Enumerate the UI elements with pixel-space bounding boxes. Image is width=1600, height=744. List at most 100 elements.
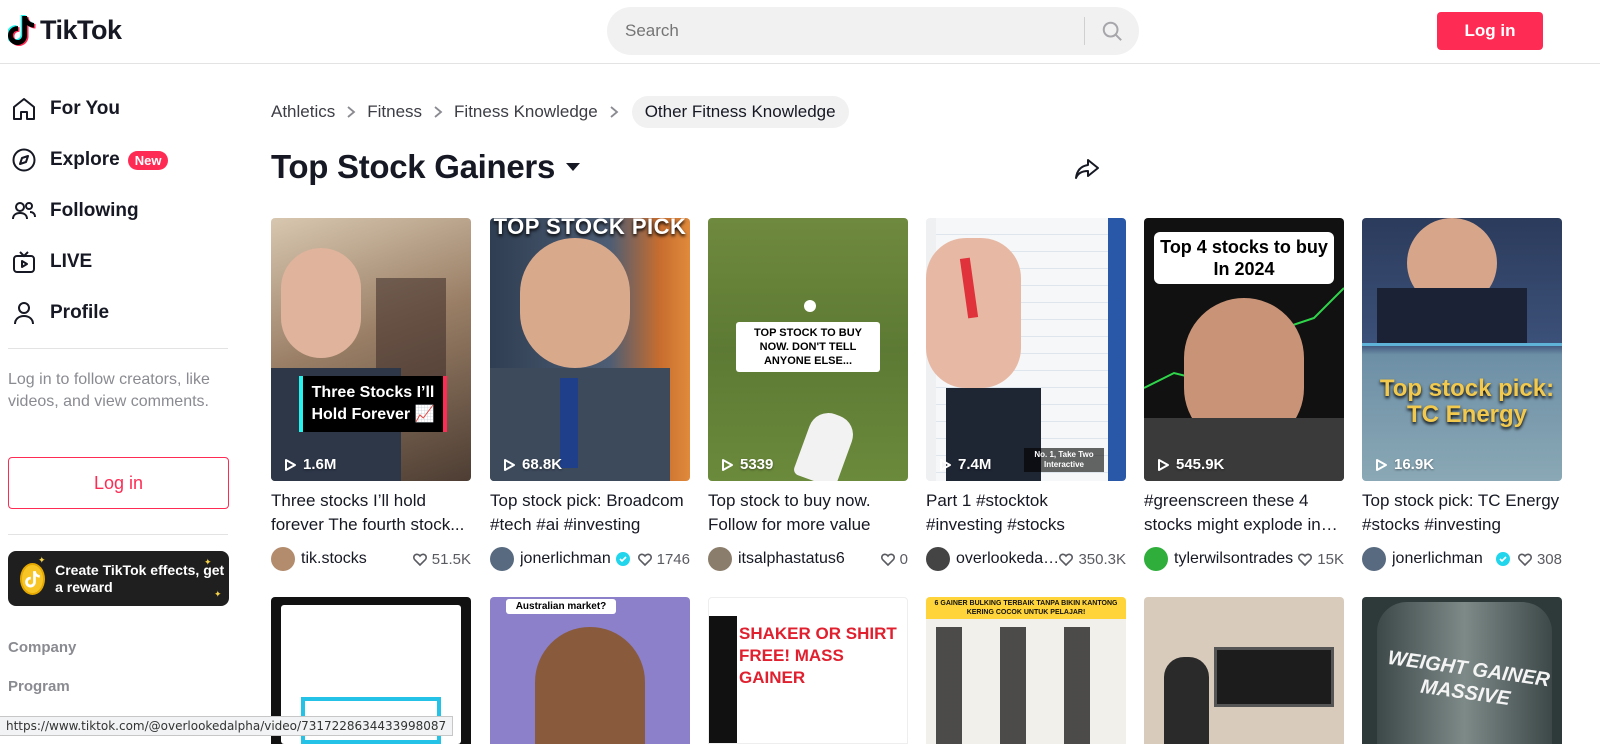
video-thumbnail[interactable] [1144, 597, 1344, 744]
search-button[interactable] [1085, 7, 1139, 55]
view-count-value: 16.9K [1394, 456, 1435, 473]
author-name[interactable]: tik.stocks [301, 550, 413, 568]
play-icon [1158, 458, 1169, 471]
avatar[interactable] [1362, 547, 1386, 571]
like-count-value: 51.5K [431, 550, 471, 568]
author-name[interactable]: overlookedalpha [956, 550, 1059, 568]
video-thumbnail[interactable]: WEIGHT GAINER MASSIVE [1362, 597, 1562, 744]
sidebar-item-label: Explore [50, 149, 120, 170]
avatar[interactable] [1144, 547, 1168, 571]
video-overlay-text: Top stock pick: TC Energy [1379, 375, 1555, 428]
author-name[interactable]: itsalphastatus6 [738, 550, 881, 568]
video-card[interactable]: Top 4 stocks to buy In 2024 545.9K #gree… [1144, 218, 1344, 572]
verified-badge-icon [615, 552, 630, 566]
video-card[interactable]: Top stock pick: TC Energy 16.9K Top stoc… [1362, 218, 1562, 572]
heart-icon [637, 553, 652, 566]
header-login-button[interactable]: Log in [1437, 12, 1543, 50]
like-count-value: 1746 [656, 550, 690, 568]
like-count: 1746 [637, 550, 690, 568]
video-thumbnail[interactable]: 6 GAINER BULKING TERBAIK TANPA BIKIN KAN… [926, 597, 1126, 744]
video-overlay-text: No. 1, Take Two Interactive [1024, 448, 1104, 472]
video-overlay-text: 6 GAINER BULKING TERBAIK TANPA BIKIN KAN… [926, 597, 1126, 619]
avatar[interactable] [271, 547, 295, 571]
status-url: https://www.tiktok.com/@overlookedalpha/… [0, 716, 454, 736]
like-count-value: 15K [1317, 550, 1344, 568]
author-name[interactable]: jonerlichman [520, 550, 612, 568]
footer-link-company[interactable]: Company [8, 639, 76, 656]
author-name[interactable]: jonerlichman [1392, 550, 1492, 568]
video-thumbnail[interactable]: Top stock pick: TC Energy 16.9K [1362, 218, 1562, 481]
video-overlay-text: Top 4 stocks to buy In 2024 [1154, 232, 1334, 284]
video-overlay-text: Three Stocks I’ll Hold Forever 📈 [299, 376, 447, 432]
video-caption[interactable]: Top stock to buy now. Follow for more va… [708, 489, 908, 537]
video-meta: overlookedalpha 350.3K [926, 546, 1126, 572]
video-thumbnail[interactable]: TOP STOCK TO BUY NOW. DON'T TELL ANYONE … [708, 218, 908, 481]
person-face-shape [520, 238, 630, 368]
video-thumbnail[interactable]: No. 1, Take Two Interactive 7.4M [926, 218, 1126, 481]
video-thumbnail[interactable]: SHAKER OR SHIRT FREE! MASS GAINER [708, 597, 908, 744]
divider-shape [1362, 343, 1562, 346]
create-effects-banner[interactable]: Create TikTok effects, get a reward ✦ ✦ … [8, 551, 229, 606]
effects-banner-text: Create TikTok effects, get a reward [55, 561, 225, 595]
author-name[interactable]: tylerwilsontrades [1174, 550, 1298, 568]
sidebar-divider [8, 348, 228, 349]
like-count-value: 0 [899, 550, 908, 568]
view-count-value: 7.4M [958, 456, 992, 473]
search-input[interactable] [607, 7, 1084, 55]
caret-down-icon[interactable] [565, 161, 581, 173]
video-card[interactable]: TOP STOCK PICK 68.8K Top stock pick: Bro… [490, 218, 690, 572]
sidebar-login-button[interactable]: Log in [8, 457, 229, 509]
sidebar-item-for-you[interactable]: For You [10, 89, 120, 129]
page-title: Top Stock Gainers [271, 148, 556, 185]
video-caption[interactable]: Top stock pick: TC Energy #stocks #inves… [1362, 489, 1562, 537]
tiktok-logo[interactable]: TikTok [8, 14, 122, 46]
video-card[interactable]: Three Stocks I’ll Hold Forever 📈 1.6M Th… [271, 218, 471, 572]
video-thumbnail[interactable]: Three Stocks I’ll Hold Forever 📈 1.6M [271, 218, 471, 481]
avatar[interactable] [708, 547, 732, 571]
view-count: 5339 [720, 456, 773, 473]
view-count: 68.8K [502, 456, 562, 473]
video-caption[interactable]: Three stocks I’ll hold forever The fourt… [271, 489, 471, 537]
monitor-shape [1214, 647, 1334, 707]
chevron-right-icon [335, 105, 367, 119]
video-thumbnail[interactable]: Top 4 stocks to buy In 2024 545.9K [1144, 218, 1344, 481]
video-card[interactable]: No. 1, Take Two Interactive 7.4M Part 1 … [926, 218, 1126, 572]
sidebar-item-label: For You [50, 98, 121, 119]
like-count: 308 [1517, 551, 1562, 568]
heart-icon [1517, 553, 1532, 566]
avatar[interactable] [490, 547, 514, 571]
video-card[interactable]: TOP STOCK TO BUY NOW. DON'T TELL ANYONE … [708, 218, 908, 572]
tie-shape [560, 378, 578, 468]
view-count: 16.9K [1374, 456, 1434, 473]
share-button[interactable] [1072, 154, 1102, 184]
breadcrumb-item[interactable]: Fitness Knowledge [454, 102, 598, 122]
sidebar-item-live[interactable]: LIVE [10, 242, 92, 282]
chevron-right-icon [598, 105, 630, 119]
notebook-edge-shape [1108, 218, 1126, 481]
avatar[interactable] [926, 547, 950, 571]
sparkle-icon: ✦ [38, 555, 46, 565]
sidebar-item-explore[interactable]: Explore New [10, 140, 169, 180]
video-caption[interactable]: #greenscreen these 4 stocks might explod… [1144, 489, 1344, 537]
sidebar-item-following[interactable]: Following [10, 191, 139, 231]
breadcrumb-item[interactable]: Athletics [271, 102, 335, 122]
view-count-value: 545.9K [1176, 456, 1225, 473]
video-caption[interactable]: Part 1 #stocktok #investing #stocks [926, 489, 1126, 537]
breadcrumb-current[interactable]: Other Fitness Knowledge [631, 96, 849, 128]
video-thumbnail[interactable]: TOP STOCK PICK 68.8K [490, 218, 690, 481]
play-icon [722, 458, 733, 471]
sidebar-item-profile[interactable]: Profile [10, 293, 109, 333]
play-icon [504, 458, 515, 471]
breadcrumb-item[interactable]: Fitness [367, 102, 422, 122]
heart-icon [1059, 553, 1074, 566]
person-icon [10, 299, 38, 327]
sidebar: For You Explore New Following LIVE Profi… [0, 64, 240, 744]
video-meta: jonerlichman 1746 [490, 546, 690, 572]
video-caption[interactable]: Top stock pick: Broadcom #tech #ai #inve… [490, 489, 690, 537]
play-icon [285, 458, 296, 471]
footer-link-program[interactable]: Program [8, 678, 70, 695]
compass-icon [10, 146, 38, 174]
like-count: 0 [880, 550, 908, 568]
product-grid-shape [936, 627, 1116, 744]
video-thumbnail[interactable]: Australian market? [490, 597, 690, 744]
